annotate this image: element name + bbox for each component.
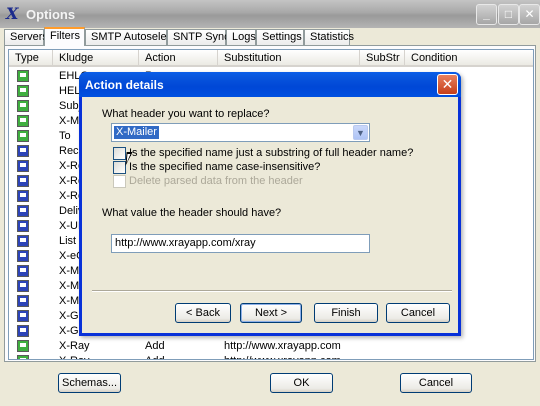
blue-filter-icon [17, 325, 29, 337]
case-insensitive-checkbox-label: Is the specified name case-insensitive? [129, 161, 321, 173]
green-filter-icon [17, 355, 29, 359]
blue-filter-icon [17, 220, 29, 232]
column-type[interactable]: Type [9, 50, 53, 67]
blue-filter-icon [17, 160, 29, 172]
blue-filter-icon [17, 265, 29, 277]
next-button[interactable]: Next > [240, 303, 302, 323]
substring-checkbox-label: Is the specified name just a substring o… [129, 147, 414, 159]
dialog-title: Action details [85, 78, 164, 92]
blue-filter-icon [17, 145, 29, 157]
title-bar[interactable]: X Options _ □ ✕ [0, 0, 540, 28]
delete-parsed-checkbox-label: Delete parsed data from the header [129, 175, 303, 187]
value-question-label: What value the header should have? [102, 207, 282, 219]
tab-settings[interactable]: Settings [256, 29, 304, 45]
blue-filter-icon [17, 235, 29, 247]
cancel-button[interactable]: Cancel [400, 373, 472, 393]
blue-filter-icon [17, 310, 29, 322]
tab-smtp-autoselect[interactable]: SMTP Autoselect [85, 29, 175, 45]
substitution-cell: http://www.xrayapp.com [224, 340, 341, 352]
tab-sntp-sync[interactable]: SNTP Sync [167, 29, 230, 45]
blue-filter-icon [17, 205, 29, 217]
blue-filter-icon [17, 190, 29, 202]
delete-parsed-checkbox[interactable] [113, 175, 126, 188]
dialog-title-bar[interactable]: Action details ✕ [79, 72, 461, 97]
ok-button[interactable]: OK [270, 373, 333, 393]
mouse-cursor-icon [125, 152, 133, 166]
action-details-dialog: Action details ✕ What header you want to… [79, 72, 461, 336]
blue-filter-icon [17, 295, 29, 307]
back-button[interactable]: < Back [175, 303, 231, 323]
action-cell: Add [145, 340, 165, 352]
column-action[interactable]: Action [139, 50, 218, 67]
dialog-close-button[interactable]: ✕ [437, 74, 458, 95]
substitution-cell: http://www.xrayapp.com [224, 355, 359, 359]
blue-filter-icon [17, 250, 29, 262]
kludge-cell: X-Ray [59, 355, 135, 359]
maximize-button[interactable]: □ [498, 4, 519, 25]
green-filter-icon [17, 340, 29, 352]
table-row[interactable]: X-Ray Add http://www.xrayapp.com [9, 339, 533, 354]
app-logo-icon: X [6, 4, 19, 23]
header-combo-value: X-Mailer [114, 126, 159, 139]
green-filter-icon [17, 85, 29, 97]
tab-statistics[interactable]: Statistics [304, 29, 354, 45]
minimize-button[interactable]: _ [476, 4, 497, 25]
table-row[interactable]: X-Ray Add http://www.xrayapp.com [9, 354, 533, 359]
list-header: Type Kludge Action Substitution SubStr C… [9, 50, 533, 67]
tab-servers[interactable]: Servers [4, 29, 48, 45]
close-button[interactable]: ✕ [519, 4, 540, 25]
case-insensitive-checkbox[interactable] [113, 161, 126, 174]
dialog-cancel-button[interactable]: Cancel [386, 303, 450, 323]
substring-checkbox[interactable] [113, 147, 126, 160]
schemas-button[interactable]: Schemas... [58, 373, 121, 393]
chevron-down-icon[interactable]: ▼ [353, 125, 368, 140]
separator [92, 290, 452, 292]
blue-filter-icon [17, 175, 29, 187]
finish-button[interactable]: Finish [314, 303, 378, 323]
green-filter-icon [17, 70, 29, 82]
column-kludge[interactable]: Kludge [53, 50, 139, 67]
green-filter-icon [17, 100, 29, 112]
green-filter-icon [17, 130, 29, 142]
green-filter-icon [17, 115, 29, 127]
header-question-label: What header you want to replace? [102, 108, 270, 120]
column-substr[interactable]: SubStr [360, 50, 405, 67]
action-cell: Add [145, 355, 215, 359]
header-combo[interactable]: X-Mailer ▼ [111, 123, 370, 142]
column-condition[interactable]: Condition [405, 50, 533, 67]
blue-filter-icon [17, 280, 29, 292]
header-value-input[interactable]: http://www.xrayapp.com/xray [111, 234, 370, 253]
tab-filters[interactable]: Filters [44, 27, 85, 46]
column-substitution[interactable]: Substitution [218, 50, 360, 67]
kludge-cell: X-Ray [59, 340, 90, 352]
tab-logs[interactable]: Logs [226, 29, 256, 45]
window-title: Options [26, 7, 76, 22]
